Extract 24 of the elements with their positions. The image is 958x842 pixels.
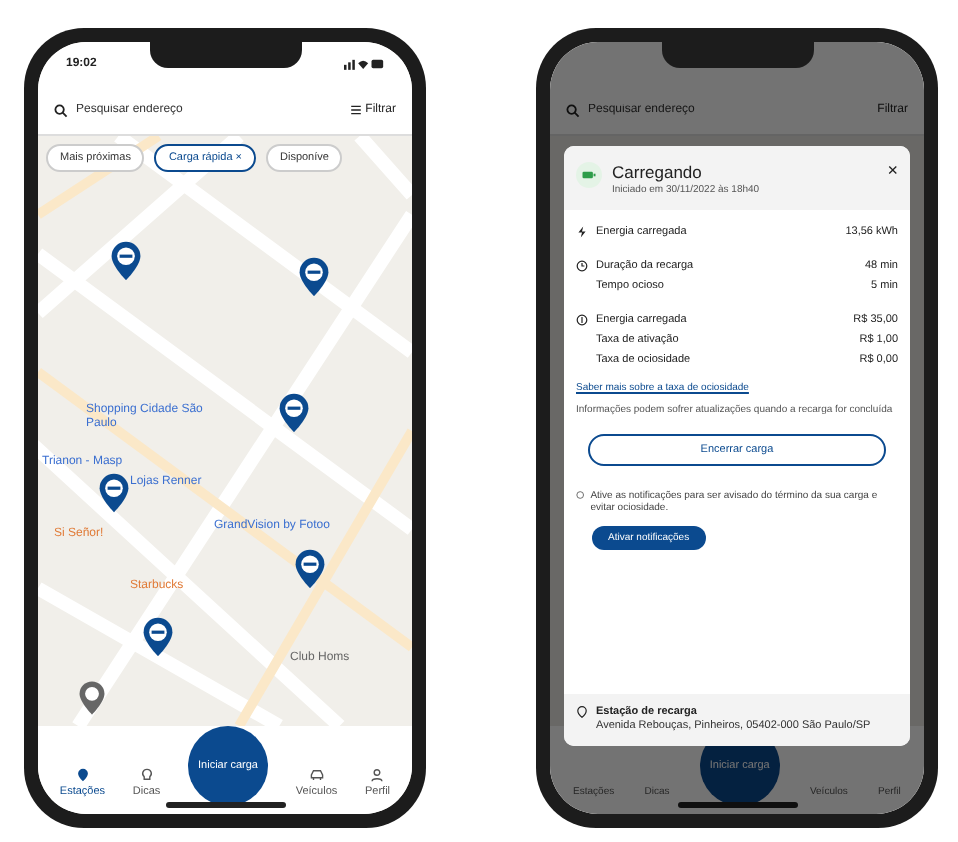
lightbulb-icon [139,768,154,782]
pin-icon [75,768,90,782]
home-indicator [677,802,797,808]
charging-station-pin-icon[interactable] [294,548,326,590]
bolt-icon [576,226,588,238]
charging-station-pin-icon[interactable] [142,616,174,658]
car-icon [309,768,324,782]
charging-station-pin-icon[interactable] [278,392,310,434]
search-icon [566,103,580,117]
charging-station-pin-icon[interactable] [298,256,330,298]
search-icon [54,103,68,117]
charging-station-pin-icon[interactable] [110,240,142,282]
status-icons [344,58,384,70]
battery-icon [576,162,602,188]
coin-icon [576,314,588,326]
filter-icon [349,104,362,116]
clock-icon [576,260,588,272]
status-title: Carregando [612,162,704,182]
person-icon [370,768,385,782]
map-pin-icon[interactable] [78,680,106,716]
home-indicator [165,802,285,808]
charging-station-pin-icon[interactable] [98,472,130,514]
close-button[interactable]: × [887,162,898,180]
location-pin-icon [576,705,588,718]
